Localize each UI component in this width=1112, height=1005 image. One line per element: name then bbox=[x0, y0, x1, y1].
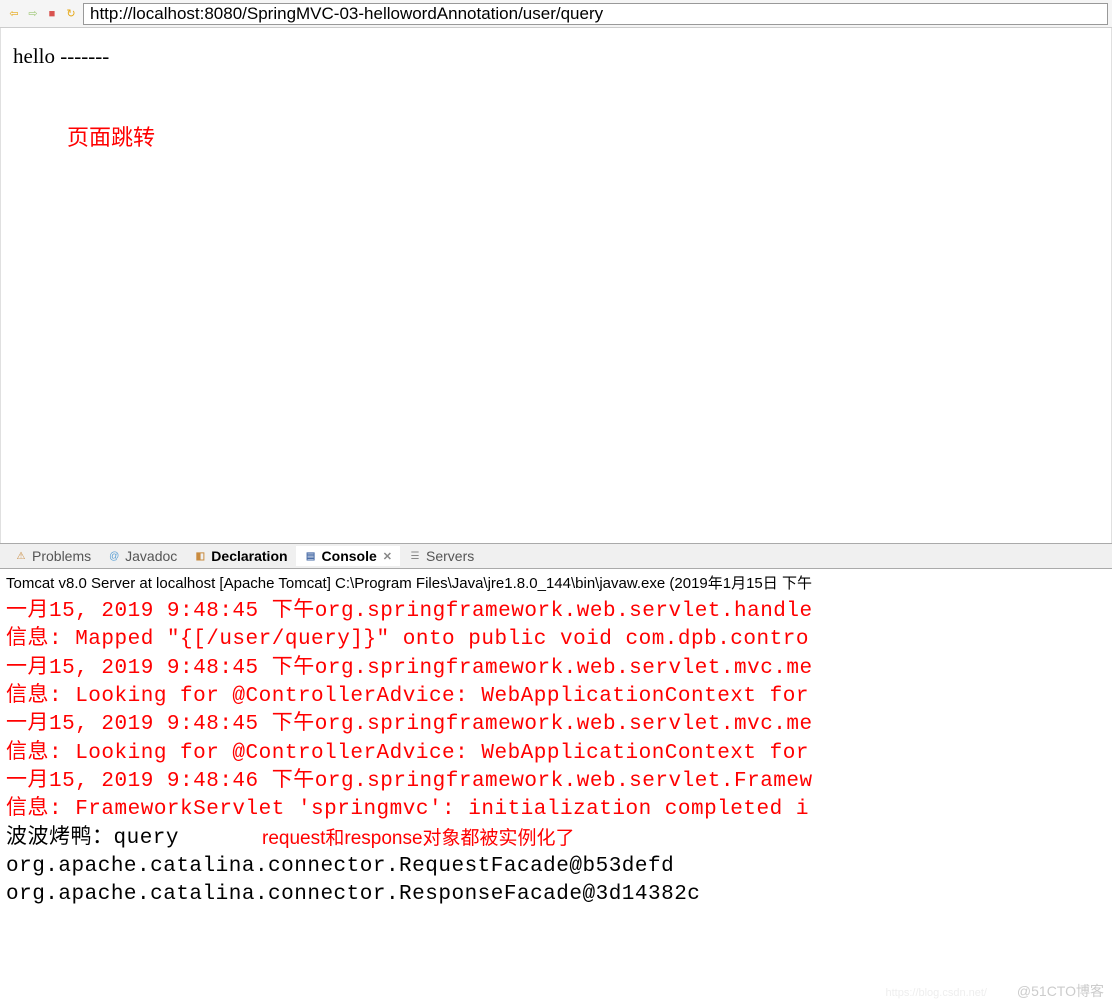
stop-icon[interactable]: ■ bbox=[44, 6, 60, 22]
servers-icon: ☰ bbox=[408, 549, 422, 563]
views-tab-bar: ⚠ Problems @ Javadoc ◧ Declaration ▤ Con… bbox=[0, 543, 1112, 569]
console-line: 一月15, 2019 9:48:45 下午org.springframework… bbox=[6, 655, 1106, 683]
console-line: org.apache.catalina.connector.ResponseFa… bbox=[6, 881, 1106, 909]
console-header: Tomcat v8.0 Server at localhost [Apache … bbox=[0, 569, 1112, 596]
refresh-icon[interactable]: ↻ bbox=[63, 6, 79, 22]
browser-toolbar: ⇦ ⇨ ■ ↻ bbox=[0, 0, 1112, 28]
nav-icons-group: ⇦ ⇨ ■ ↻ bbox=[4, 6, 83, 22]
annotation-page-redirect: 页面跳转 bbox=[67, 120, 155, 152]
close-icon[interactable]: ✕ bbox=[383, 550, 392, 563]
console-icon: ▤ bbox=[304, 549, 318, 563]
console-line: 一月15, 2019 9:48:45 下午org.springframework… bbox=[6, 711, 1106, 739]
tab-label: Servers bbox=[426, 548, 474, 564]
console-output[interactable]: 一月15, 2019 9:48:45 下午org.springframework… bbox=[0, 596, 1112, 912]
console-line: 信息: Looking for @ControllerAdvice: WebAp… bbox=[6, 683, 1106, 711]
page-body-text: hello ------- bbox=[13, 44, 1099, 69]
forward-icon[interactable]: ⇨ bbox=[25, 6, 41, 22]
watermark-csdn: https://blog.csdn.net/ bbox=[885, 987, 987, 999]
console-line: 一月15, 2019 9:48:45 下午org.springframework… bbox=[6, 598, 1106, 626]
watermark-51cto: @51CTO博客 bbox=[1017, 981, 1104, 1001]
console-line: 信息: Mapped "{[/user/query]}" onto public… bbox=[6, 626, 1106, 654]
tab-console[interactable]: ▤ Console ✕ bbox=[296, 546, 400, 566]
back-icon[interactable]: ⇦ bbox=[6, 6, 22, 22]
tab-label: Console bbox=[322, 548, 377, 564]
tab-label: Problems bbox=[32, 548, 91, 564]
console-line: 一月15, 2019 9:48:46 下午org.springframework… bbox=[6, 768, 1106, 796]
javadoc-icon: @ bbox=[107, 549, 121, 563]
console-line: org.apache.catalina.connector.RequestFac… bbox=[6, 853, 1106, 881]
tab-label: Javadoc bbox=[125, 548, 177, 564]
tab-javadoc[interactable]: @ Javadoc bbox=[99, 546, 185, 566]
problems-icon: ⚠ bbox=[14, 549, 28, 563]
url-input[interactable] bbox=[83, 3, 1108, 25]
annotation-request-response: request和response对象都被实例化了 bbox=[262, 826, 575, 852]
tab-problems[interactable]: ⚠ Problems bbox=[6, 546, 99, 566]
tab-declaration[interactable]: ◧ Declaration bbox=[185, 546, 295, 566]
console-line: 信息: Looking for @ControllerAdvice: WebAp… bbox=[6, 740, 1106, 768]
tab-servers[interactable]: ☰ Servers bbox=[400, 546, 482, 566]
console-line: 信息: FrameworkServlet 'springmvc': initia… bbox=[6, 796, 1106, 824]
declaration-icon: ◧ bbox=[193, 549, 207, 563]
browser-viewport: hello ------- 页面跳转 bbox=[0, 28, 1112, 543]
tab-label: Declaration bbox=[211, 548, 287, 564]
